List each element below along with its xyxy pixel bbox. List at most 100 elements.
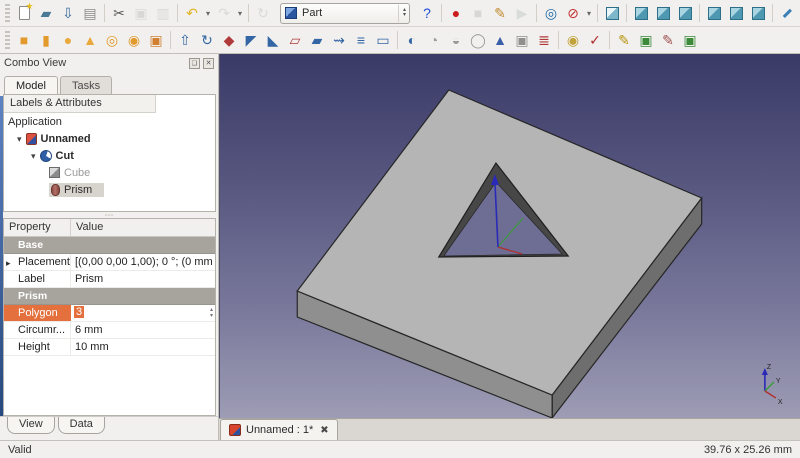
primitive-sphere-button[interactable]: ● (57, 29, 79, 51)
check-geometry-icon: ◉ (567, 33, 579, 47)
measure-distance-button[interactable]: ▬ (776, 2, 798, 24)
standard-toolbar-handle[interactable] (5, 4, 10, 22)
expand-arrow-icon[interactable] (6, 257, 11, 269)
property-value[interactable]: Prism (71, 271, 215, 287)
fillet-button[interactable]: ◤ (240, 29, 262, 51)
refresh-button[interactable]: ↻ (252, 2, 274, 24)
combo-spinner-icon[interactable] (398, 5, 406, 22)
new-document-button[interactable] (13, 2, 35, 24)
cross-section-button[interactable]: ▭ (372, 29, 394, 51)
part-toolbar-handle[interactable] (5, 31, 10, 49)
tree-item-cut[interactable]: Cut (4, 147, 215, 164)
property-row-polygon[interactable]: Polygon 3 (4, 305, 215, 322)
tab-tasks[interactable]: Tasks (60, 76, 112, 94)
loft-button[interactable]: ≡ (350, 29, 372, 51)
create-sketch-button[interactable]: ✎ (613, 29, 635, 51)
3d-viewport[interactable]: Z Y X (219, 54, 800, 418)
property-row-height[interactable]: Height 10 mm (4, 339, 215, 356)
column-header-property[interactable]: Property (4, 219, 71, 236)
tree-item-cube[interactable]: Cube (4, 164, 215, 181)
expander-caret-icon[interactable] (17, 133, 22, 145)
document-tab[interactable]: Unnamed : 1* (220, 419, 338, 440)
view-bottom-icon (730, 7, 743, 20)
primitive-tube-button[interactable]: ◉ (123, 29, 145, 51)
tab-data[interactable]: Data (58, 417, 105, 434)
open-document-button[interactable]: ▰ (35, 2, 57, 24)
view-bottom-button[interactable] (725, 2, 747, 24)
polygon-spinbox[interactable]: 3 (71, 305, 215, 321)
redo-history-button[interactable] (235, 2, 245, 24)
view-right-button[interactable] (674, 2, 696, 24)
combo-view-titlebar[interactable]: Combo View (0, 54, 218, 72)
property-value[interactable]: 10 mm (71, 339, 215, 355)
check-geometry-button[interactable]: ◉ (562, 29, 584, 51)
tab-view[interactable]: View (7, 417, 55, 434)
property-value[interactable]: 6 mm (71, 322, 215, 338)
view-top-button[interactable] (652, 2, 674, 24)
make-compound-button[interactable]: ▣ (511, 29, 533, 51)
view-rear-button[interactable] (703, 2, 725, 24)
property-row-circumradius[interactable]: Circumr... 6 mm (4, 322, 215, 339)
spinner-arrows[interactable] (210, 306, 213, 320)
boolean-button[interactable]: ◐ (401, 29, 423, 51)
defeaturing-button[interactable]: ✓ (584, 29, 606, 51)
extrude-button[interactable]: ⇧ (174, 29, 196, 51)
expander-caret-icon[interactable] (31, 150, 36, 162)
ruled-surface-button[interactable]: ▰ (306, 29, 328, 51)
print-button[interactable]: ▤ (79, 2, 101, 24)
tree-item-unnamed[interactable]: Unnamed (4, 130, 215, 147)
property-row-placement[interactable]: Placement [(0,00 0,00 1,00); 0 °; (0 mm … (4, 254, 215, 271)
map-sketch-to-face-icon: ▣ (639, 33, 652, 47)
sweep-button[interactable]: ⇝ (328, 29, 350, 51)
macro-stop-button[interactable]: ■ (467, 2, 489, 24)
whats-this-button[interactable]: ? (416, 2, 438, 24)
connect-objects-button[interactable]: ▲ (489, 29, 511, 51)
boolean-union-button[interactable]: ◒ (445, 29, 467, 51)
boolean-cut-button[interactable]: ◔ (423, 29, 445, 51)
close-panel-icon[interactable] (203, 58, 214, 69)
validate-sketch-button[interactable]: ▣ (679, 29, 701, 51)
macro-record-button[interactable]: ● (445, 2, 467, 24)
cut-clipboard-button[interactable]: ✂ (108, 2, 130, 24)
macro-edit-button[interactable]: ✎ (489, 2, 511, 24)
view-left-button[interactable] (747, 2, 769, 24)
macro-play-button[interactable]: ▶ (511, 2, 533, 24)
draw-style-button[interactable]: ⊘ (562, 2, 584, 24)
mirror-button[interactable]: ◆ (218, 29, 240, 51)
revolve-button[interactable]: ↻ (196, 29, 218, 51)
primitive-cylinder-button[interactable]: ▮ (35, 29, 57, 51)
shape-builder-button[interactable]: ▣ (145, 29, 167, 51)
float-panel-icon[interactable] (189, 58, 200, 69)
chamfer-button[interactable]: ◣ (262, 29, 284, 51)
view-axonometric-button[interactable] (601, 2, 623, 24)
tree-column-header[interactable]: Labels & Attributes (4, 95, 156, 113)
tree-item-application[interactable]: Application (4, 113, 215, 130)
boolean-splitter-button[interactable]: ≣ (533, 29, 555, 51)
draw-style-menu-button[interactable] (584, 2, 594, 24)
tab-model[interactable]: Model (4, 76, 58, 94)
close-document-icon[interactable] (320, 425, 328, 436)
edit-sketch-button[interactable]: ✎ (657, 29, 679, 51)
property-group-prism[interactable]: Prism (4, 288, 215, 305)
toolbar-separator (626, 4, 627, 22)
save-document-button[interactable]: ⇩ (57, 2, 79, 24)
redo-button[interactable]: ↷ (213, 2, 235, 24)
zoom-fit-all-button[interactable]: ◎ (540, 2, 562, 24)
primitive-box-button[interactable]: ■ (13, 29, 35, 51)
copy-button[interactable]: ▣ (130, 2, 152, 24)
make-face-button[interactable]: ▱ (284, 29, 306, 51)
primitive-cone-button[interactable]: ▲ (79, 29, 101, 51)
property-group-base[interactable]: Base (4, 237, 215, 254)
property-row-label[interactable]: Label Prism (4, 271, 215, 288)
undo-button[interactable]: ↶ (181, 2, 203, 24)
property-value[interactable]: [(0,00 0,00 1,00); 0 °; (0 mm 0 m... (71, 254, 215, 270)
boolean-intersection-button[interactable]: ◯ (467, 29, 489, 51)
view-front-button[interactable] (630, 2, 652, 24)
map-sketch-to-face-button[interactable]: ▣ (635, 29, 657, 51)
paste-button[interactable]: ▥ (152, 2, 174, 24)
workbench-selector[interactable]: Part (280, 3, 410, 24)
undo-history-button[interactable] (203, 2, 213, 24)
primitive-torus-button[interactable]: ◎ (101, 29, 123, 51)
tree-item-prism[interactable]: Prism (4, 181, 215, 198)
column-header-value[interactable]: Value (71, 219, 108, 236)
